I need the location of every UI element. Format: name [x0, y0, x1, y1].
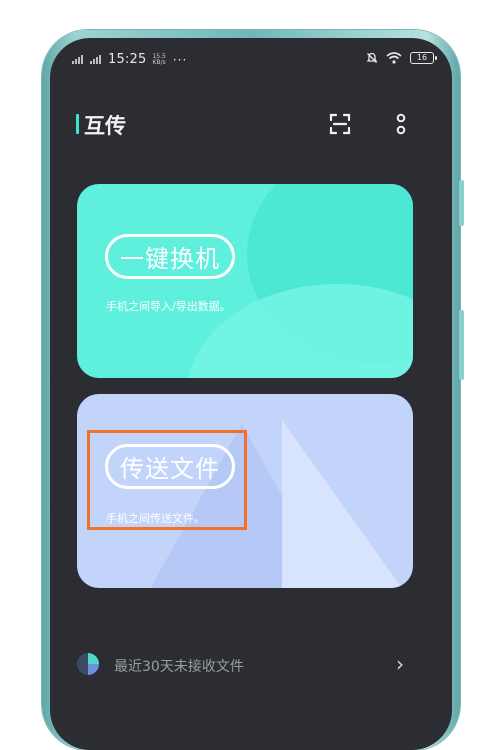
transfer-files-description: 手机之间传送文件。: [106, 512, 205, 525]
network-speed: 15.5 KB/s: [152, 53, 166, 66]
transfer-files-label: 传送文件: [105, 444, 235, 489]
phone-frame: 15:25 15.5 KB/s ··· 16 互传 一键换机 手机之间导入/导出…: [42, 30, 464, 750]
battery-icon: 16: [410, 52, 437, 64]
speed-unit: KB/s: [152, 58, 166, 66]
phone-clone-label: 一键换机: [105, 234, 235, 279]
more-options-icon[interactable]: [396, 110, 406, 138]
pie-chart-icon: [77, 653, 99, 675]
bell-off-icon: [366, 52, 378, 63]
recent-files-label: 最近30天未接收文件: [114, 659, 244, 675]
status-time: 15:25: [108, 52, 147, 67]
card-decoration: [282, 420, 402, 588]
more-notifications-icon: ···: [172, 52, 188, 67]
scan-icon[interactable]: [328, 112, 352, 136]
chevron-right-icon: ›: [396, 652, 404, 676]
power-button: [459, 310, 464, 380]
screen: 15:25 15.5 KB/s ··· 16 互传 一键换机 手机之间导入/导出…: [50, 38, 452, 750]
transfer-files-card[interactable]: 传送文件 手机之间传送文件。: [77, 394, 413, 588]
phone-clone-description: 手机之间导入/导出数据。: [106, 300, 231, 313]
status-bar: 15:25 15.5 KB/s ··· 16: [50, 50, 452, 72]
title-accent-bar: [76, 114, 79, 134]
volume-button: [459, 180, 464, 226]
page-title: 互传: [84, 114, 126, 138]
wifi-icon: [386, 52, 402, 64]
signal-icon: [72, 55, 83, 64]
app-header: 互传: [50, 108, 452, 144]
recent-unreceived-files-row[interactable]: 最近30天未接收文件 ›: [50, 646, 452, 686]
signal-icon-2: [90, 55, 101, 64]
phone-clone-card[interactable]: 一键换机 手机之间导入/导出数据。: [77, 184, 413, 378]
